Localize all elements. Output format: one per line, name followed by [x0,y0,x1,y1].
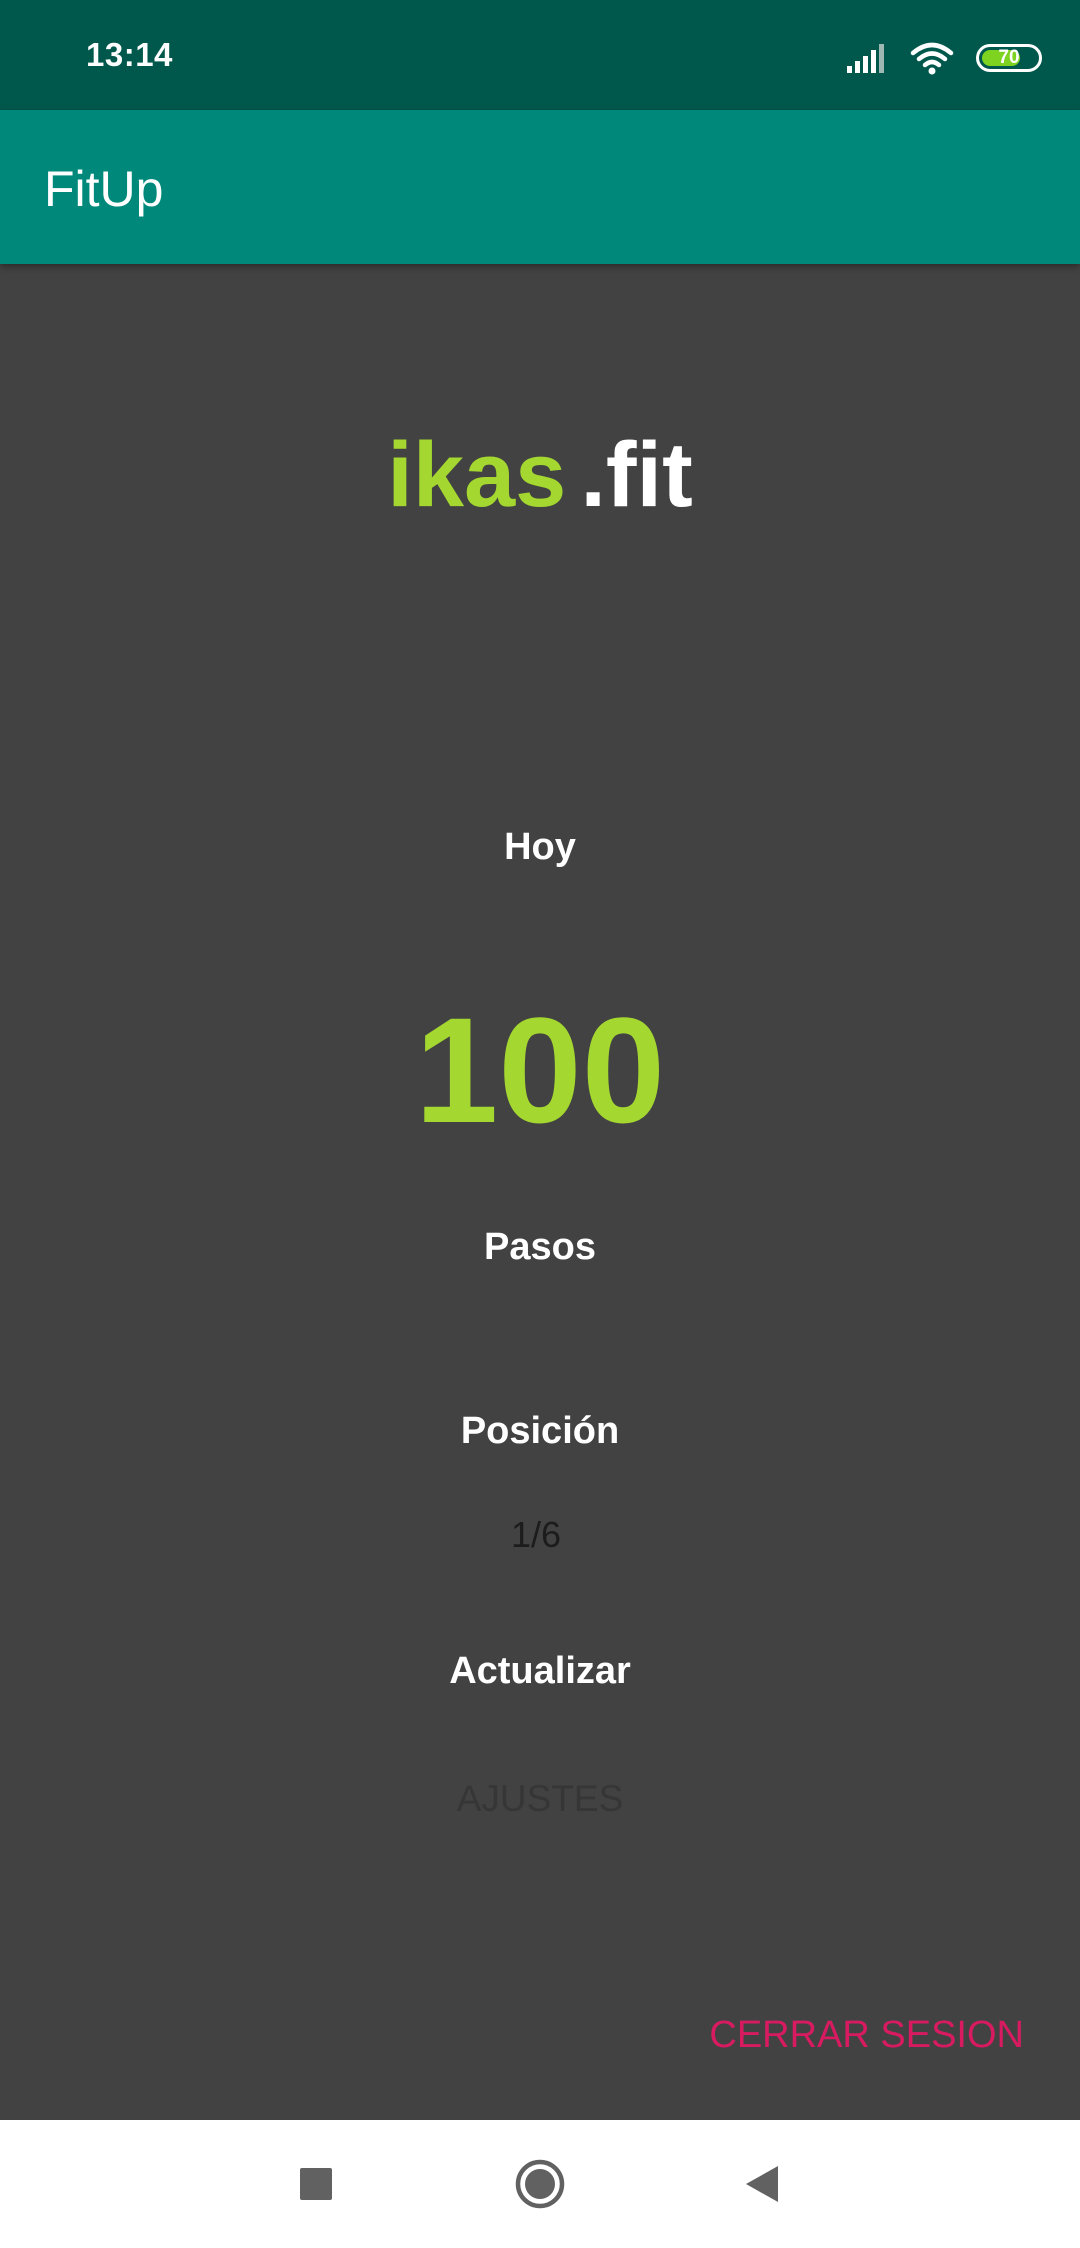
status-icons: 70 [846,38,1042,78]
app-bar: FitUp [0,110,1080,264]
update-button[interactable]: Actualizar [0,1650,1080,1693]
recents-button[interactable] [286,2154,346,2214]
logo-ikas: ikas [387,424,567,526]
position-label: Posición [460,1410,620,1452]
screen: 13:14 70 FitUp ikas .fit Hoy 100 Pasos P… [0,0,1080,2248]
today-label: Hoy [504,826,576,868]
recents-icon [300,2168,332,2200]
wifi-icon [910,42,954,75]
logo-fit: .fit [580,424,693,526]
logo: ikas .fit [0,420,1080,530]
settings-button[interactable]: AJUSTES [0,1778,1080,1820]
battery-icon: 70 [976,44,1042,72]
status-time: 13:14 [86,36,173,73]
steps-label: Pasos [484,1226,596,1268]
home-icon [515,2159,565,2209]
signal-icon [847,44,884,73]
back-button[interactable] [732,2154,792,2214]
position-value: 1/6 [510,1514,562,1555]
battery-level: 70 [998,47,1020,68]
navigation-bar [0,2120,1080,2248]
steps-value: 100 [414,986,666,1154]
status-bar: 13:14 70 [0,0,1080,110]
logout-button[interactable]: CERRAR SESION [709,2014,1024,2057]
home-button[interactable] [510,2154,570,2214]
app-title: FitUp [44,161,164,217]
back-icon [746,2166,778,2202]
